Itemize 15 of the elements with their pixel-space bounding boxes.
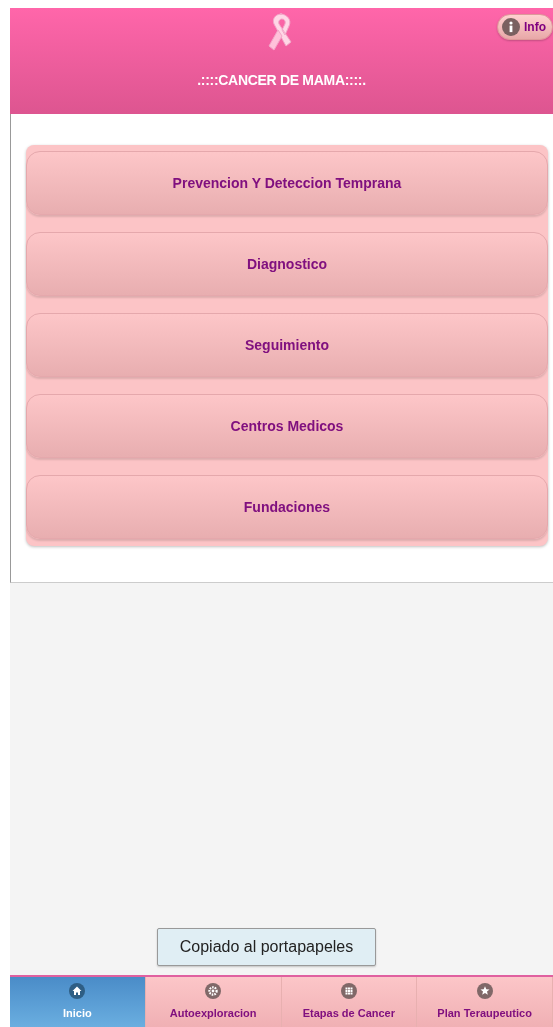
home-icon [69,982,86,999]
toast-message: Copiado al portapapeles [156,928,377,966]
tab[interactable]: Autoexploracion [145,977,282,1027]
tab[interactable]: Plan Teraupeutico [417,977,553,1027]
info-icon [502,18,520,36]
grid-icon [340,982,357,999]
tab[interactable]: Etapas de Cancer [281,977,418,1027]
info-button[interactable]: Info [497,14,553,40]
menu-button[interactable]: Diagnostico [26,232,548,296]
menu-button[interactable]: Prevencion Y Deteccion Temprana [26,151,548,215]
menu-button[interactable]: Seguimiento [26,313,548,377]
gear-icon [205,982,222,999]
menu-button[interactable]: Centros Medicos [26,394,548,458]
menu-button[interactable]: Fundaciones [26,475,548,539]
app-title: .::::CANCER DE MAMA::::. [197,71,366,90]
